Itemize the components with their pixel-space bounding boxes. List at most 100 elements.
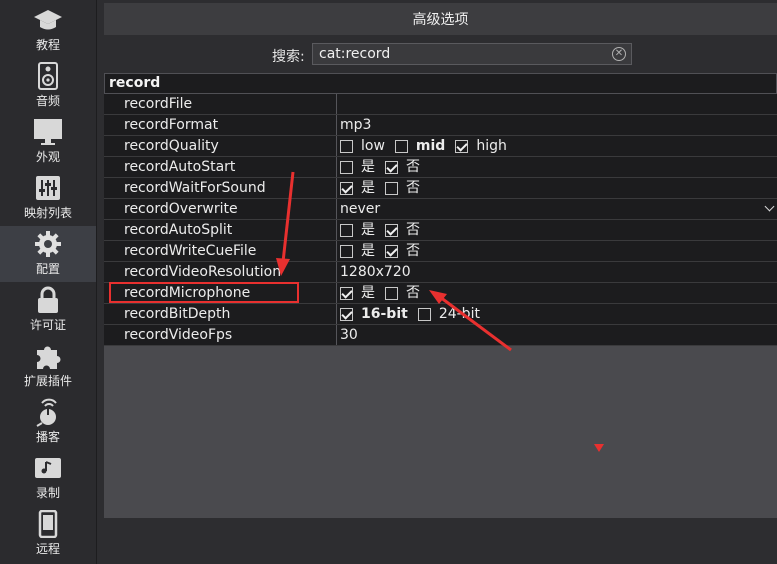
checkbox-mid[interactable] [394, 139, 408, 153]
highlight-box [109, 282, 299, 303]
clear-circle-icon[interactable]: ✕ [612, 47, 626, 61]
checkbox-yes[interactable] [340, 160, 353, 174]
sidebar-item-label: 外观 [35, 150, 60, 164]
checkbox-yes[interactable] [340, 286, 353, 300]
lock-icon [31, 285, 65, 315]
column-separator [336, 241, 337, 261]
monitor-icon [31, 117, 65, 147]
setting-key: recordFormat [124, 117, 219, 133]
row-recordVideoFps[interactable]: recordVideoFps 30 [104, 325, 777, 346]
sidebar-item-mapping-list[interactable]: 映射列表 [0, 170, 96, 226]
checkbox-no[interactable] [385, 223, 398, 237]
option-label: 是 [361, 285, 375, 301]
column-separator [336, 157, 337, 177]
checkbox-yes[interactable] [340, 223, 353, 237]
sidebar-item-label: 远程 [35, 542, 60, 556]
sidebar-item-extensions[interactable]: 扩展插件 [0, 338, 96, 394]
setting-key: recordOverwrite [124, 201, 238, 217]
sidebar-item-label: 扩展插件 [23, 374, 72, 388]
checkbox-16-bit[interactable] [340, 307, 353, 321]
column-separator [336, 283, 337, 303]
option-label: 24-bit [438, 306, 480, 322]
sidebar-item-label: 录制 [35, 486, 60, 500]
search-input[interactable] [312, 43, 632, 65]
overwrite-select[interactable]: never [340, 199, 380, 219]
checkbox-no[interactable] [385, 244, 398, 258]
checkbox-yes[interactable] [340, 244, 353, 258]
sidebar-item-audio[interactable]: 音频 [0, 58, 96, 114]
setting-key: recordBitDepth [124, 306, 231, 322]
gear-icon [31, 229, 65, 259]
column-separator [336, 220, 337, 240]
sidebar-item-record[interactable]: 录制 [0, 450, 96, 506]
option-label: 否 [406, 180, 420, 196]
row-recordFile[interactable]: recordFile [104, 94, 777, 115]
setting-key: recordAutoSplit [124, 222, 233, 238]
column-separator [336, 262, 337, 282]
row-recordQuality[interactable]: recordQuality low mid high [104, 136, 777, 157]
setting-value[interactable]: 1280x720 [340, 262, 411, 282]
checkbox-24-bit[interactable] [417, 307, 431, 321]
option-label: 否 [406, 285, 420, 301]
row-recordWaitForSound[interactable]: recordWaitForSound 是 否 [104, 178, 777, 199]
sidebar-item-label: 映射列表 [23, 206, 72, 220]
row-recordFormat[interactable]: recordFormat mp3 [104, 115, 777, 136]
yes-no-options: 是 否 [340, 283, 430, 303]
checkbox-no[interactable] [385, 160, 398, 174]
setting-value[interactable]: 30 [340, 325, 358, 345]
row-recordOverwrite[interactable]: recordOverwrite never [104, 199, 777, 220]
bit-depth-options: 16-bit 24-bit [340, 304, 490, 324]
option-label: 是 [361, 222, 375, 238]
sliders-icon [31, 173, 65, 203]
column-separator [336, 199, 337, 219]
yes-no-options: 是 否 [340, 220, 430, 240]
checkbox-no[interactable] [385, 286, 398, 300]
sidebar-item-remote[interactable]: 远程 [0, 506, 96, 562]
sidebar-item-label: 教程 [35, 38, 60, 52]
setting-key: recordWaitForSound [124, 180, 266, 196]
search-row: 搜索: ✕ [104, 41, 777, 69]
option-label: mid [415, 138, 446, 154]
setting-key: recordAutoStart [124, 159, 236, 175]
column-separator [336, 94, 337, 114]
sidebar-item-tutorial[interactable]: 教程 [0, 2, 96, 58]
sidebar-divider [96, 0, 97, 564]
option-label: 是 [361, 159, 375, 175]
checkbox-yes[interactable] [340, 181, 353, 195]
chevron-down-icon[interactable] [764, 201, 775, 212]
setting-key: recordWriteCueFile [124, 243, 257, 259]
option-label: 是 [361, 243, 375, 259]
option-label: 否 [406, 159, 420, 175]
sidebar-item-license[interactable]: 许可证 [0, 282, 96, 338]
sidebar-item-config[interactable]: 配置 [0, 226, 96, 282]
setting-key: recordFile [124, 96, 193, 112]
row-recordVideoResolution[interactable]: recordVideoResolution 1280x720 [104, 262, 777, 283]
option-label: low [361, 138, 385, 154]
option-label: high [476, 138, 507, 154]
checkbox-no[interactable] [385, 181, 398, 195]
column-separator [336, 136, 337, 156]
group-header-record: record [104, 73, 777, 94]
sidebar-item-label: 许可证 [29, 318, 66, 332]
setting-value[interactable]: mp3 [340, 115, 371, 135]
row-recordWriteCueFile[interactable]: recordWriteCueFile 是 否 [104, 241, 777, 262]
checkbox-high[interactable] [455, 139, 469, 153]
option-label: 否 [406, 243, 420, 259]
checkbox-low[interactable] [340, 139, 353, 153]
yes-no-options: 是 否 [340, 157, 430, 177]
sidebar-item-appearance[interactable]: 外观 [0, 114, 96, 170]
sidebar-item-podcast[interactable]: 播客 [0, 394, 96, 450]
speaker-icon [31, 61, 65, 91]
row-recordAutoStart[interactable]: recordAutoStart 是 否 [104, 157, 777, 178]
row-recordBitDepth[interactable]: recordBitDepth 16-bit 24-bit [104, 304, 777, 325]
yes-no-options: 是 否 [340, 241, 430, 261]
row-recordAutoSplit[interactable]: recordAutoSplit 是 否 [104, 220, 777, 241]
column-separator [336, 325, 337, 345]
setting-key: recordVideoResolution [124, 264, 282, 280]
sidebar-item-label: 音频 [35, 94, 60, 108]
column-separator [336, 178, 337, 198]
option-label: 否 [406, 222, 420, 238]
search-label: 搜索: [272, 49, 305, 65]
sidebar-item-label: 播客 [35, 430, 60, 444]
option-label: 是 [361, 180, 375, 196]
